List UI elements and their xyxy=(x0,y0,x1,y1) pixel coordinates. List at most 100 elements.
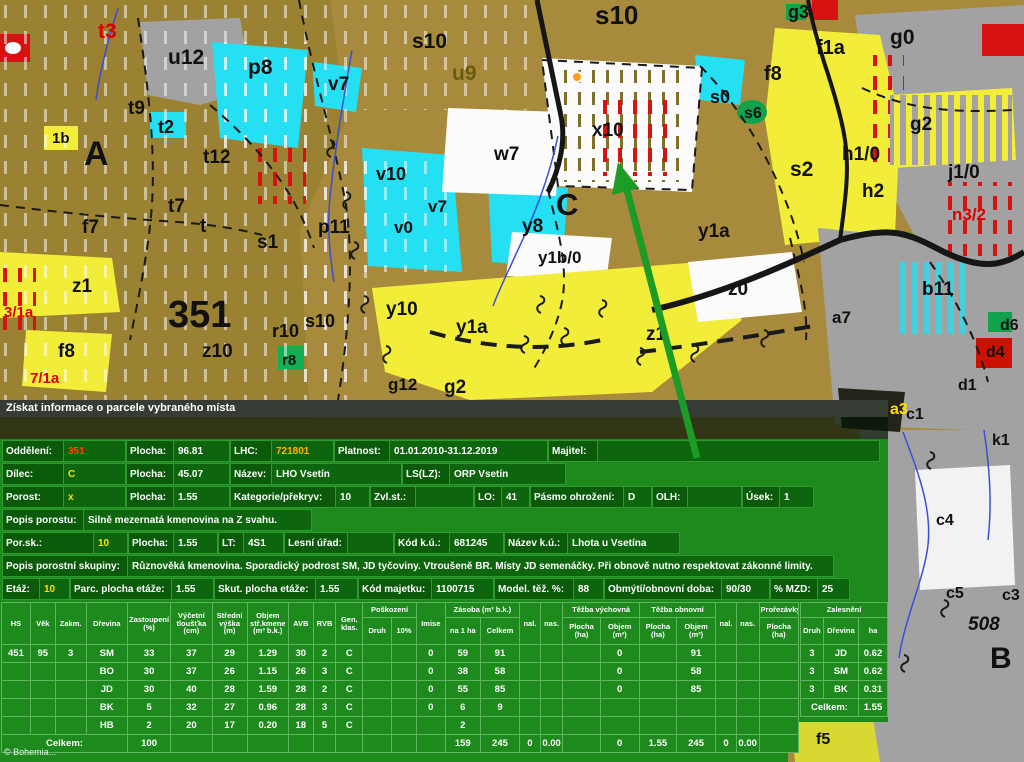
field-label: Popis porostní skupiny: xyxy=(2,555,128,577)
cell xyxy=(639,663,676,681)
field-label: Por.sk.: xyxy=(2,532,94,554)
col-header: Plocha (ha) xyxy=(563,618,600,645)
field-value: 88 xyxy=(574,578,604,600)
cell xyxy=(30,717,55,735)
field-label: Lesní úřad: xyxy=(284,532,348,554)
col-header: Objem stř.kmene (m³ b.k.) xyxy=(247,603,288,645)
map-label-1b: 1b xyxy=(52,130,70,147)
field-label: Plocha: xyxy=(128,532,174,554)
table-row: 451953SM3337291.29302C05991091 xyxy=(2,645,799,663)
cell xyxy=(563,645,600,663)
cell: 0 xyxy=(600,681,639,699)
map-label-b11: b11 xyxy=(922,279,954,300)
cell: JD xyxy=(86,681,127,699)
zal-group: Zalesnění xyxy=(801,603,888,618)
table-row: JD3040281.59282C05585085 xyxy=(2,681,799,699)
cell xyxy=(392,663,417,681)
field-value: 4S1 xyxy=(244,532,284,554)
cell xyxy=(392,699,417,717)
info-row: Etáž:10Parc. plocha etáže:1.55Skut. ploc… xyxy=(2,578,850,600)
cell xyxy=(563,735,600,753)
cell: 9 xyxy=(480,699,519,717)
field-label: Platnost: xyxy=(334,440,390,462)
zal-row: 3JD0.62 xyxy=(801,645,888,663)
field-value: 1.55 xyxy=(174,532,218,554)
cell xyxy=(736,645,759,663)
field-label: Kategorie/překryv: xyxy=(230,486,336,508)
field-value: Lhota u Vsetína xyxy=(568,532,680,554)
map-label-z0: z0 xyxy=(728,279,748,300)
col-header: Plocha (ha) xyxy=(759,618,798,645)
cell xyxy=(563,699,600,717)
cell: C xyxy=(336,663,363,681)
cell: C xyxy=(336,699,363,717)
cell: SM xyxy=(823,663,858,681)
field-value: C xyxy=(64,463,126,485)
col-group: Prořezávky xyxy=(759,603,798,618)
field-value: D xyxy=(624,486,652,508)
cell: 2 xyxy=(313,645,336,663)
cell xyxy=(759,645,798,663)
cell xyxy=(676,699,715,717)
map-label-v0: v0 xyxy=(394,218,413,237)
cell xyxy=(212,735,247,753)
map-label-r8: r8 xyxy=(282,352,296,369)
map-label-f8: f8 xyxy=(58,341,75,362)
cell xyxy=(520,717,541,735)
map-label-t2: t2 xyxy=(158,117,174,137)
col-header: Objem (m³) xyxy=(676,618,715,645)
cell xyxy=(540,699,563,717)
cell xyxy=(563,663,600,681)
col-header: Zakm. xyxy=(55,603,86,645)
field-label: Majitel: xyxy=(548,440,598,462)
cell: SM xyxy=(86,645,127,663)
zal-row: 3BK0.31 xyxy=(801,681,888,699)
table-row: BK532270.96283C069 xyxy=(2,699,799,717)
map-label-351: 351 xyxy=(168,294,231,336)
cell xyxy=(716,645,737,663)
cell: BK xyxy=(86,699,127,717)
map-label-g3: g3 xyxy=(788,2,809,22)
cell: 245 xyxy=(480,735,519,753)
map-label-s1: s1 xyxy=(257,232,279,253)
map-label-z1: z1 xyxy=(646,324,667,345)
field-value: 90/30 xyxy=(722,578,770,600)
cell xyxy=(639,717,676,735)
cell xyxy=(480,717,519,735)
field-label: Porost: xyxy=(2,486,64,508)
cell: 91 xyxy=(676,645,715,663)
cell: 1.55 xyxy=(639,735,676,753)
cell xyxy=(2,663,31,681)
map-label-d4: d4 xyxy=(986,344,1005,361)
cell: 28 xyxy=(212,681,247,699)
cell: 1.59 xyxy=(247,681,288,699)
map-label-t7: t7 xyxy=(168,196,185,217)
cell: 0 xyxy=(416,645,445,663)
cell xyxy=(540,717,563,735)
map-label-s10: s10 xyxy=(305,311,335,331)
field-label: Parc. plocha etáže: xyxy=(70,578,172,600)
cell: 20 xyxy=(171,717,212,735)
map-label-w7: w7 xyxy=(493,144,519,165)
col-header: nas. xyxy=(540,603,563,645)
cell xyxy=(563,681,600,699)
cell xyxy=(520,681,541,699)
map-label-r10: r10 xyxy=(272,321,299,341)
cell xyxy=(759,717,798,735)
field-label: Název: xyxy=(230,463,272,485)
cell: C xyxy=(336,717,363,735)
col-header: Gen. klas. xyxy=(336,603,363,645)
cell xyxy=(392,645,417,663)
cell: 55 xyxy=(445,681,480,699)
field-value: x xyxy=(64,486,126,508)
field-label: Skut. plocha etáže: xyxy=(214,578,316,600)
map-label-j10: j1/0 xyxy=(947,162,980,183)
cell xyxy=(716,699,737,717)
field-value: 10 xyxy=(336,486,370,508)
map-label-u9: u9 xyxy=(452,62,477,85)
cell: 3 xyxy=(801,663,824,681)
cell: 0 xyxy=(600,645,639,663)
map-label-k1: k1 xyxy=(992,432,1010,449)
total-label: Celkem: xyxy=(801,699,859,717)
field-label: Pásmo ohrožení: xyxy=(530,486,624,508)
